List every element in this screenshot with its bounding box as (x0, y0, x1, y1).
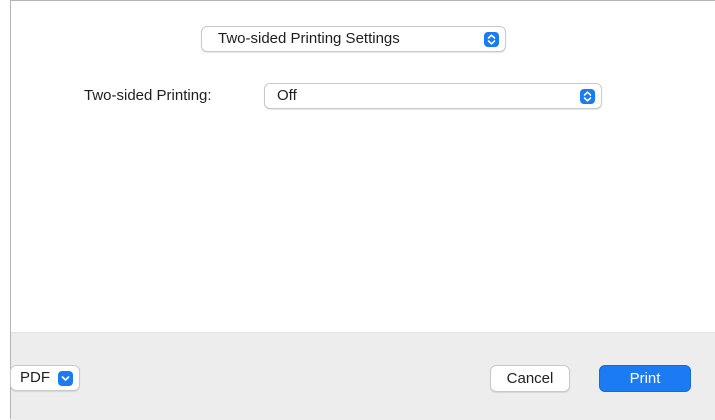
print-dialog (10, 0, 715, 420)
settings-panel-popup[interactable]: Two-sided Printing Settings (201, 26, 506, 52)
pdf-menu-button[interactable]: PDF (10, 365, 80, 391)
two-sided-printing-popup[interactable]: Off (264, 83, 602, 109)
up-down-chevron-icon (484, 32, 499, 47)
print-button[interactable]: Print (599, 365, 691, 392)
pdf-menu-button-label: PDF (20, 369, 50, 386)
two-sided-printing-label: Two-sided Printing: (84, 87, 212, 104)
two-sided-printing-value: Off (277, 87, 297, 104)
up-down-chevron-icon (580, 89, 595, 104)
settings-panel-popup-label: Two-sided Printing Settings (218, 30, 400, 47)
cancel-button[interactable]: Cancel (490, 365, 570, 392)
chevron-down-icon (58, 371, 73, 386)
